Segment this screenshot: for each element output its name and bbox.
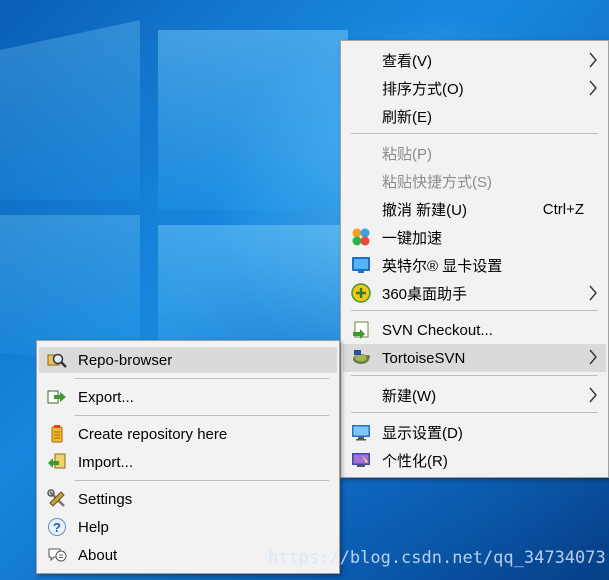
menu-item-view[interactable]: 查看(V) bbox=[343, 47, 606, 73]
help-icon: ? bbox=[48, 518, 66, 536]
menu-item-intel-graphics[interactable]: 英特尔® 显卡设置 bbox=[343, 252, 606, 278]
menu-item-import[interactable]: Import... bbox=[39, 449, 337, 475]
menu-item-label: About bbox=[78, 546, 118, 564]
chevron-right-icon bbox=[589, 285, 597, 301]
menu-item-label: TortoiseSVN bbox=[382, 349, 466, 367]
menu-item-label: Create repository here bbox=[78, 425, 228, 443]
svn-checkout-icon bbox=[353, 321, 369, 339]
chevron-right-icon bbox=[589, 349, 597, 365]
menu-item-new[interactable]: 新建(W) bbox=[343, 382, 606, 408]
menu-item-create-repository[interactable]: Create repository here bbox=[39, 421, 337, 447]
menu-separator bbox=[75, 378, 329, 379]
menu-item-label: Help bbox=[78, 518, 109, 536]
menu-item-settings[interactable]: Settings bbox=[39, 486, 337, 512]
export-icon bbox=[47, 390, 66, 404]
watermark-text: https://blog.csdn.net/qq_34734073 bbox=[268, 548, 606, 568]
menu-item-label: 刷新(E) bbox=[382, 108, 432, 126]
chevron-right-icon bbox=[589, 52, 597, 68]
menu-separator bbox=[75, 480, 329, 481]
menu-item-paste[interactable]: 粘贴(P) bbox=[343, 140, 606, 166]
desktop-context-menu: 查看(V) 排序方式(O) 刷新(E) 粘贴(P) 粘贴快捷方式(S) 撤消 新… bbox=[340, 40, 609, 478]
repo-browser-icon bbox=[47, 353, 67, 368]
menu-item-label: SVN Checkout... bbox=[382, 321, 493, 339]
import-icon bbox=[48, 453, 66, 469]
menu-item-label: Repo-browser bbox=[78, 351, 173, 369]
menu-separator bbox=[351, 412, 598, 413]
tortoisesvn-icon bbox=[353, 350, 370, 364]
chevron-right-icon bbox=[589, 387, 597, 403]
menu-separator bbox=[75, 415, 329, 416]
menu-item-label: Settings bbox=[78, 490, 133, 508]
svg-text:?: ? bbox=[53, 520, 61, 535]
tortoisesvn-submenu: Repo-browser Export... Create repository… bbox=[36, 340, 340, 574]
menu-item-label: 显示设置(D) bbox=[382, 424, 463, 442]
intel-graphics-icon bbox=[352, 257, 370, 273]
menu-item-label: 粘贴快捷方式(S) bbox=[382, 173, 492, 191]
menu-item-svn-checkout[interactable]: SVN Checkout... bbox=[343, 317, 606, 343]
menu-item-label: 英特尔® 显卡设置 bbox=[382, 257, 503, 275]
display-settings-icon bbox=[352, 425, 370, 441]
menu-separator bbox=[351, 310, 598, 311]
menu-item-label: 查看(V) bbox=[382, 52, 432, 70]
menu-item-tortoisesvn[interactable]: TortoiseSVN bbox=[343, 344, 606, 372]
menu-item-personalize[interactable]: 个性化(R) bbox=[343, 447, 606, 473]
wallpaper-pane bbox=[158, 30, 348, 210]
wallpaper-pane bbox=[0, 20, 140, 200]
menu-item-label: 新建(W) bbox=[382, 387, 437, 405]
create-repository-icon bbox=[51, 425, 63, 443]
menu-item-label: 360桌面助手 bbox=[382, 285, 468, 303]
menu-item-repo-browser[interactable]: Repo-browser bbox=[39, 347, 337, 373]
menu-item-label: 一键加速 bbox=[382, 229, 443, 247]
personalize-icon bbox=[352, 453, 370, 467]
menu-item-undo-new[interactable]: 撤消 新建(U) Ctrl+Z bbox=[343, 196, 606, 222]
about-icon bbox=[48, 548, 67, 562]
menu-item-label: 撤消 新建(U) bbox=[382, 201, 467, 219]
menu-item-shortcut: Ctrl+Z bbox=[542, 200, 584, 218]
menu-item-label: 粘贴(P) bbox=[382, 145, 432, 163]
menu-item-refresh[interactable]: 刷新(E) bbox=[343, 103, 606, 129]
menu-item-label: Import... bbox=[78, 453, 134, 471]
menu-item-label: Export... bbox=[78, 388, 134, 406]
menu-item-paste-shortcut[interactable]: 粘贴快捷方式(S) bbox=[343, 168, 606, 194]
speedup-icon bbox=[352, 228, 370, 246]
menu-item-display-settings[interactable]: 显示设置(D) bbox=[343, 419, 606, 445]
menu-item-360-desktop[interactable]: 360桌面助手 bbox=[343, 280, 606, 306]
menu-item-label: 排序方式(O) bbox=[382, 80, 464, 98]
chevron-right-icon bbox=[589, 80, 597, 96]
menu-item-sort-by[interactable]: 排序方式(O) bbox=[343, 75, 606, 101]
menu-item-export[interactable]: Export... bbox=[39, 384, 337, 410]
menu-item-speedup[interactable]: 一键加速 bbox=[343, 224, 606, 250]
menu-item-label: 个性化(R) bbox=[382, 452, 448, 470]
menu-separator bbox=[351, 133, 598, 134]
360-desktop-icon bbox=[351, 283, 371, 303]
settings-icon bbox=[47, 489, 65, 507]
menu-separator bbox=[351, 375, 598, 376]
menu-item-help[interactable]: ? Help bbox=[39, 514, 337, 540]
